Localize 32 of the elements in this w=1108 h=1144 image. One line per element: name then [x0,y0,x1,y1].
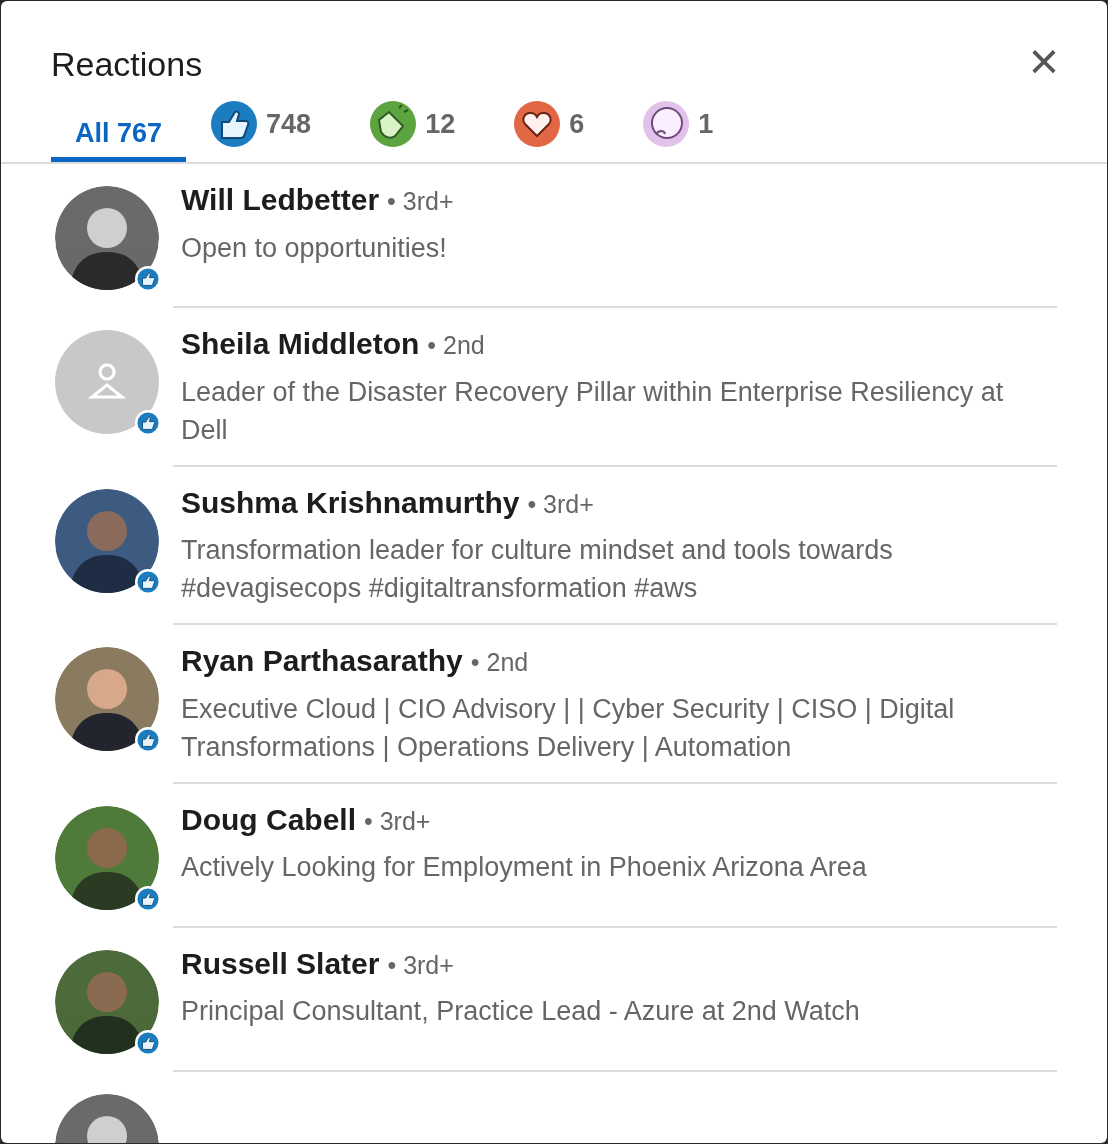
connection-degree: • 2nd [470,647,529,678]
person-headline: Actively Looking for Employment in Phoenix Arizona Area [181,851,868,884]
connection-degree: • 3rd+ [387,186,454,217]
reaction-tab[interactable]: 6 [511,105,587,162]
person-name[interactable]: Sheila Middleton [181,326,420,362]
reaction-tab[interactable]: 748 [208,105,314,162]
person-name[interactable]: Doug Cabell [181,801,356,838]
thumbs-up-icon [137,887,159,910]
thumbs-up-icon [137,268,159,290]
person-name[interactable]: Russell Slater [181,945,380,982]
person-name[interactable]: Will Ledbetter [181,182,380,218]
connection-degree: • 3rd+ [387,949,454,981]
dialog-title: Reactions [51,44,203,85]
thumbs-up-icon [210,100,259,148]
person-headline: Principal Consultant, Practice Lead - Azure at 2nd Watch [181,995,861,1028]
person-headline: Open to opportunities! [181,231,448,265]
person-headline: Leader of the Disaster Recovery Pillar within Enterprise Resiliency at Dell [181,375,1005,447]
thumbs-up-icon [137,570,159,593]
connection-degree: • 3rd+ [527,488,594,520]
close-button[interactable]: × [1028,37,1059,85]
reaction-tab[interactable]: 1 [640,105,716,162]
person-headline: Transformation leader for culture mindset and tools towards #devagisecops #digitaltransformation #aws [181,534,894,605]
person-headline: Executive Cloud | CIO Advisory | | Cyber Security | CISO | Digital Transformations | Operations Delivery | Automation [181,692,956,764]
reaction-tab[interactable]: 12 [367,105,458,162]
thumbs-up-icon [137,1031,159,1054]
thumbs-up-icon [137,412,159,434]
connection-degree: • 2nd [427,330,485,361]
reaction-tab[interactable]: All 767 [51,105,187,162]
person-name[interactable]: Ryan Parthasarathy [181,643,463,679]
connection-degree: • 3rd+ [364,805,431,837]
person-name[interactable]: Sushma Krishnamurthy [181,484,520,521]
thumbs-up-icon [137,729,159,751]
